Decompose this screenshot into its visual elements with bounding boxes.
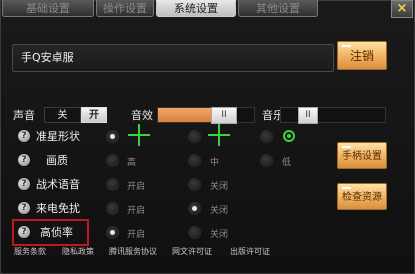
crosshair-cross-icon	[128, 124, 150, 146]
voice-radio-off[interactable]	[188, 178, 201, 191]
call-radio-off[interactable]	[188, 202, 201, 215]
help-icon[interactable]: ?	[18, 178, 30, 190]
server-name-field: 手Q安卓服	[12, 44, 334, 72]
voice-radio-on[interactable]	[106, 178, 119, 191]
footer-privacy-link[interactable]: 隐私政策	[62, 246, 94, 257]
footer-culture-license-link[interactable]: 网文许可证	[172, 246, 212, 257]
check-resources-button[interactable]: 检查资源	[337, 183, 387, 210]
fps-radio-on[interactable]	[106, 226, 119, 239]
help-icon[interactable]: ?	[18, 154, 30, 166]
quality-radio-low[interactable]	[260, 154, 273, 167]
music-slider[interactable]: II	[280, 107, 386, 124]
voice-off-text: 关闭	[210, 182, 229, 192]
crosshair-radio-2[interactable]	[188, 130, 201, 143]
quality-mid-text: 中	[210, 158, 220, 168]
footer-publish-license-link[interactable]: 出版许可证	[230, 246, 270, 257]
voice-on-text: 开启	[127, 182, 146, 192]
button-mark-icon	[342, 187, 351, 189]
close-icon[interactable]: ×	[391, 0, 413, 18]
footer-service-agreement-link[interactable]: 腾讯服务协议	[109, 246, 157, 257]
crosshair-label: 准星形状	[36, 130, 80, 143]
fps-radio-off[interactable]	[188, 226, 201, 239]
logout-label: 注销	[349, 49, 374, 63]
tab-system-settings[interactable]: 系统设置	[156, 0, 236, 17]
logout-button[interactable]: 注销	[337, 41, 387, 70]
sfx-label: 音效	[131, 109, 153, 122]
call-label: 来电免扰	[36, 202, 80, 215]
crosshair-circle-icon	[283, 130, 295, 142]
controller-settings-label: 手柄设置	[342, 151, 382, 162]
tab-basic-settings[interactable]: 基础设置	[2, 0, 94, 17]
fps-off-text: 关闭	[210, 230, 229, 240]
fps-on-text: 开启	[127, 230, 146, 240]
quality-low-text: 低	[282, 158, 292, 168]
call-off-text: 关闭	[210, 206, 229, 216]
tab-control-settings[interactable]: 操作设置	[96, 0, 154, 17]
crosshair-radio-1[interactable]	[106, 130, 119, 143]
music-slider-knob[interactable]: II	[298, 107, 318, 124]
crosshair-radio-3[interactable]	[260, 130, 273, 143]
quality-radio-high[interactable]	[106, 154, 119, 167]
button-mark-icon	[342, 146, 351, 148]
help-icon[interactable]: ?	[18, 226, 30, 238]
sound-off-toggle[interactable]: 关	[44, 107, 81, 123]
quality-high-text: 高	[127, 158, 137, 168]
crosshair-cross-icon	[208, 124, 230, 146]
sfx-slider-knob[interactable]: II	[211, 107, 237, 124]
tab-bar: 基础设置 操作设置 系统设置 其他设置 ×	[0, 0, 415, 18]
tab-other-settings[interactable]: 其他设置	[238, 0, 318, 17]
quality-radio-mid[interactable]	[188, 154, 201, 167]
call-radio-on[interactable]	[106, 202, 119, 215]
footer-terms-link[interactable]: 服务条款	[14, 246, 46, 257]
help-icon[interactable]: ?	[18, 202, 30, 214]
sfx-slider[interactable]: II	[157, 107, 255, 124]
fps-label: 高侦率	[40, 226, 73, 239]
voice-label: 战术语音	[36, 178, 80, 191]
call-on-text: 开启	[127, 206, 146, 216]
button-mark-icon	[342, 45, 351, 47]
check-resources-label: 检查资源	[342, 192, 382, 203]
controller-settings-button[interactable]: 手柄设置	[337, 142, 387, 169]
sound-label: 声音	[13, 109, 35, 122]
sound-on-toggle[interactable]: 开	[81, 107, 107, 123]
help-icon[interactable]: ?	[18, 130, 30, 142]
quality-label: 画质	[46, 154, 68, 167]
